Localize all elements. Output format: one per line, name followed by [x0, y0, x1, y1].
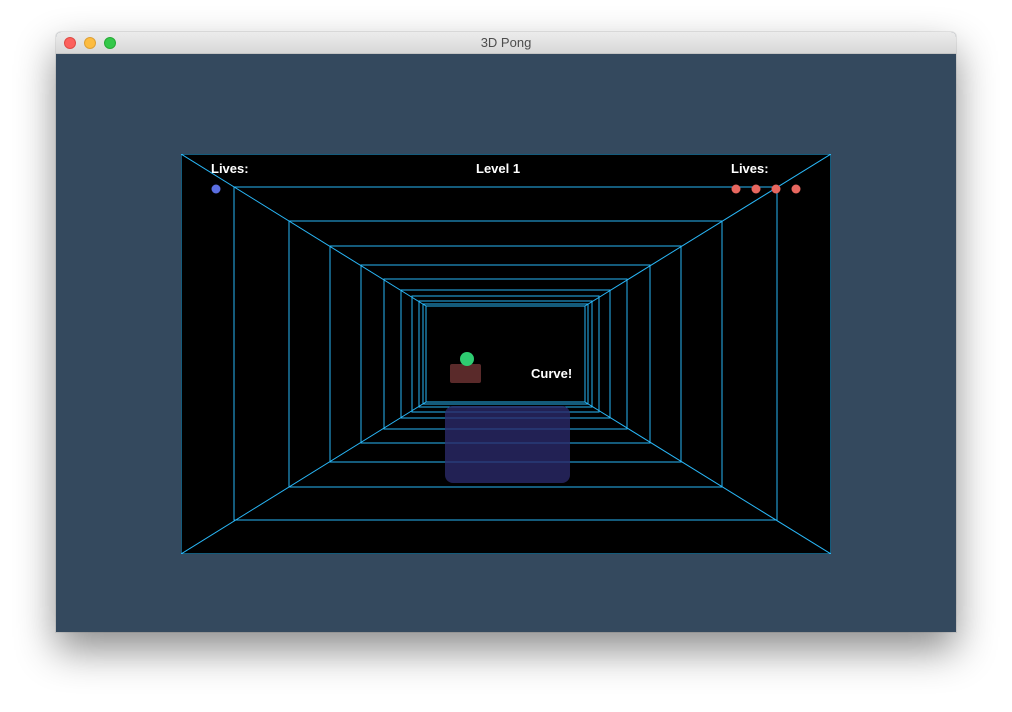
opponent-paddle: [450, 364, 481, 383]
app-window: 3D Pong Lives: Level 1 Lives: Curve!: [56, 32, 956, 632]
right-life-dot: [791, 184, 801, 194]
right-life-dot: [771, 184, 781, 194]
right-life-dot: [751, 184, 761, 194]
status-text: Curve!: [531, 366, 572, 381]
game-scene[interactable]: Lives: Level 1 Lives: Curve!: [180, 153, 832, 555]
level-label: Level 1: [476, 161, 520, 176]
right-lives-label: Lives:: [731, 161, 769, 176]
left-lives-label: Lives:: [211, 161, 249, 176]
left-lives-indicator: [211, 184, 221, 194]
title-bar[interactable]: 3D Pong: [56, 32, 956, 54]
right-life-dot: [731, 184, 741, 194]
player-paddle[interactable]: [445, 406, 570, 483]
left-life-dot: [211, 184, 221, 194]
window-title: 3D Pong: [480, 35, 532, 50]
game-content-area: Lives: Level 1 Lives: Curve!: [56, 54, 956, 632]
game-canvas[interactable]: Lives: Level 1 Lives: Curve!: [180, 153, 832, 555]
ball: [460, 352, 474, 366]
